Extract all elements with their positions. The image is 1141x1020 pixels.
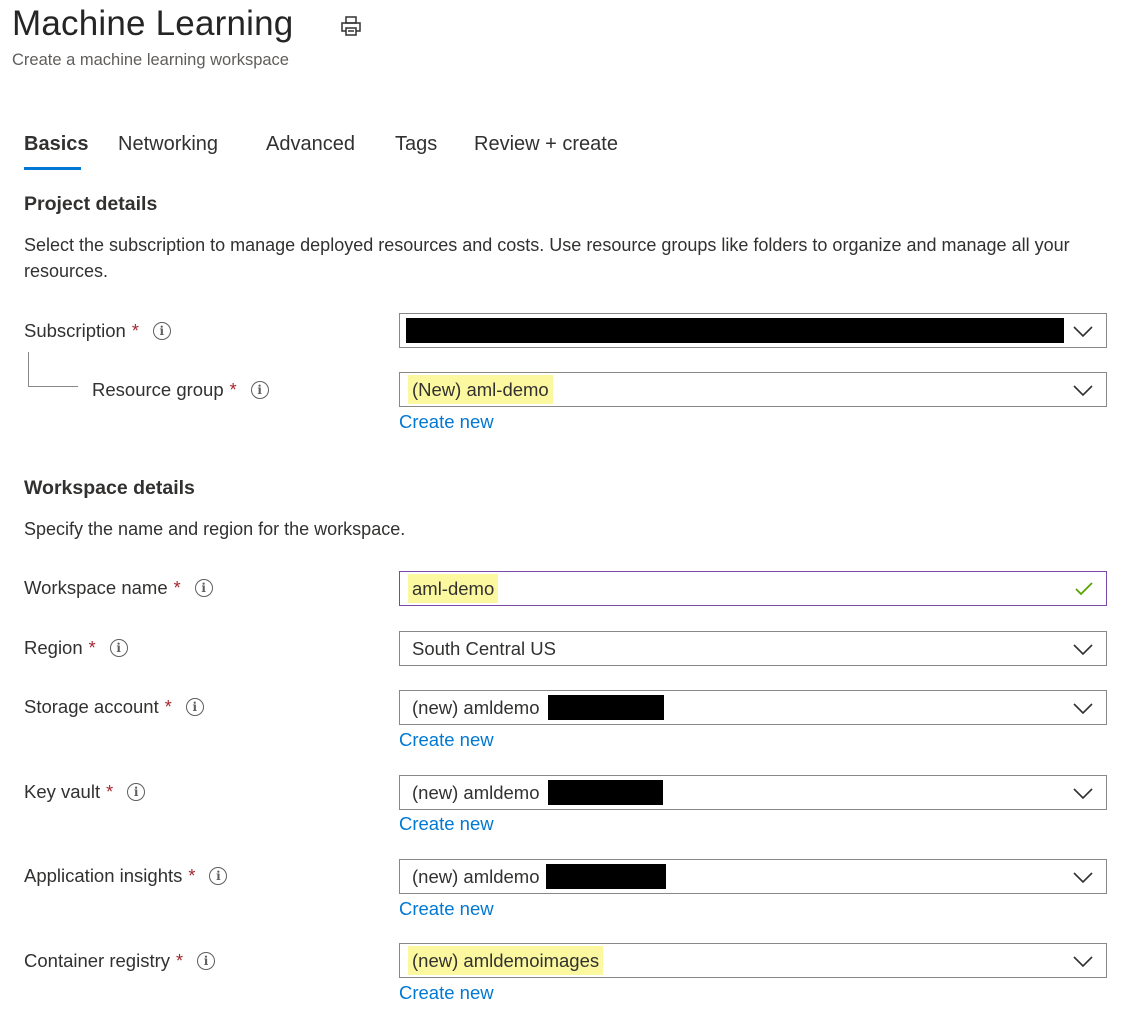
tree-connector-horizontal [28,386,78,387]
region-value: South Central US [412,638,556,659]
workspace-name-input[interactable]: aml-demo [399,571,1107,606]
page-title: Machine Learning [12,4,294,43]
tab-review-create[interactable]: Review + create [474,133,618,156]
workspace-details-heading: Workspace details [24,477,195,499]
region-label: Region * i [24,637,128,659]
required-marker: * [188,865,196,886]
info-icon[interactable]: i [185,698,204,716]
resource-group-value: (New) aml-demo [408,375,553,404]
chevron-down-icon [1073,385,1093,397]
key-vault-label: Key vault * i [24,781,146,803]
application-insights-dropdown[interactable]: (new) amldemo [399,859,1107,894]
required-marker: * [106,781,114,802]
required-marker: * [88,637,96,658]
required-marker: * [176,950,184,971]
key-vault-dropdown[interactable]: (new) amldemo [399,775,1107,810]
info-icon[interactable]: i [197,952,216,970]
redacted-subscription [406,318,1064,343]
chevron-down-icon [1073,872,1093,884]
info-icon[interactable]: i [194,579,213,597]
tab-tags[interactable]: Tags [395,133,437,156]
create-new-container-registry-link[interactable]: Create new [399,982,494,1004]
info-icon[interactable]: i [152,322,171,340]
region-label-text: Region [24,637,83,658]
storage-account-dropdown[interactable]: (new) amldemo [399,690,1107,725]
container-registry-label: Container registry * i [24,950,216,972]
container-registry-value: (new) amldemoimages [408,946,604,975]
key-vault-value: (new) amldemo [412,782,540,803]
application-insights-label: Application insights * i [24,865,228,887]
required-marker: * [131,320,139,341]
redacted-key-vault [548,780,663,805]
workspace-name-value: aml-demo [408,574,499,603]
create-new-application-insights-link[interactable]: Create new [399,898,494,920]
print-icon[interactable] [340,15,362,37]
create-new-storage-account-link[interactable]: Create new [399,729,494,751]
storage-account-label-text: Storage account [24,696,159,717]
info-icon[interactable]: i [109,639,128,657]
subscription-label: Subscription * i [24,320,171,342]
subscription-dropdown[interactable] [399,313,1107,348]
create-new-resource-group-link[interactable]: Create new [399,411,494,433]
chevron-down-icon [1073,703,1093,715]
workspace-details-description: Specify the name and region for the work… [24,519,406,539]
application-insights-value: (new) amldemo [412,866,540,887]
info-icon[interactable]: i [127,783,146,801]
subscription-label-text: Subscription [24,320,126,341]
chevron-down-icon [1073,956,1093,968]
storage-account-label: Storage account * i [24,696,204,718]
tab-basics[interactable]: Basics [24,133,89,156]
tab-advanced[interactable]: Advanced [266,133,355,156]
chevron-down-icon [1073,326,1093,338]
info-icon[interactable]: i [250,381,269,399]
resource-group-label: Resource group * i [92,379,269,401]
key-vault-label-text: Key vault [24,781,101,802]
resource-group-dropdown[interactable]: (New) aml-demo [399,372,1107,407]
chevron-down-icon [1073,788,1093,800]
create-new-key-vault-link[interactable]: Create new [399,813,494,835]
required-marker: * [173,577,181,598]
required-marker: * [229,379,237,400]
container-registry-label-text: Container registry [24,950,171,971]
workspace-name-label-text: Workspace name [24,577,168,598]
tree-connector-vertical [28,352,29,386]
application-insights-label-text: Application insights [24,865,183,886]
project-details-description: Select the subscription to manage deploy… [24,235,1070,281]
container-registry-dropdown[interactable]: (new) amldemoimages [399,943,1107,978]
region-dropdown[interactable]: South Central US [399,631,1107,666]
workspace-name-label: Workspace name * i [24,577,213,599]
redacted-storage-account [548,695,664,720]
chevron-down-icon [1073,644,1093,656]
page-subtitle: Create a machine learning workspace [12,51,289,69]
project-details-heading: Project details [24,193,158,215]
checkmark-icon [1075,582,1093,596]
tab-networking[interactable]: Networking [118,133,218,156]
info-icon[interactable]: i [209,867,228,885]
active-tab-indicator [24,167,81,170]
storage-account-value: (new) amldemo [412,697,540,718]
resource-group-label-text: Resource group [92,379,224,400]
redacted-application-insights [546,864,666,889]
required-marker: * [164,696,172,717]
